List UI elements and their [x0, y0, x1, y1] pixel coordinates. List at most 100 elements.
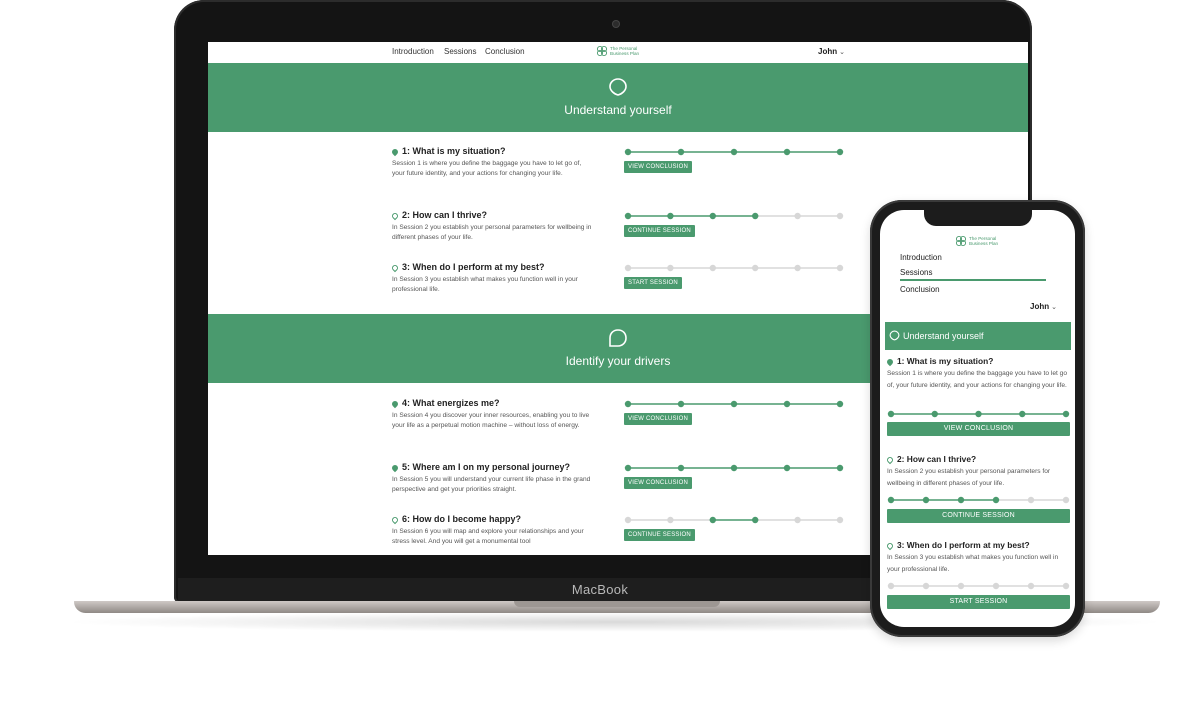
- session-description: In Session 2 you establish your personal…: [887, 468, 1051, 487]
- progress-step-dot: [957, 496, 965, 504]
- continue-session-button[interactable]: CONTINUE SESSION: [624, 225, 695, 237]
- progress-step-dot: [794, 264, 801, 272]
- view-conclusion-button[interactable]: VIEW CONCLUSION: [624, 413, 693, 425]
- status-dot-icon: [390, 263, 400, 272]
- start-session-button[interactable]: START SESSION: [624, 277, 682, 289]
- progress-step-dot: [931, 410, 938, 418]
- progress-step-dot: [709, 212, 716, 220]
- progress-step-dot: [794, 516, 801, 524]
- progress-track: [624, 400, 844, 408]
- progress-step-dot: [730, 148, 738, 156]
- view-conclusion-button[interactable]: VIEW CONCLUSION: [887, 422, 1070, 436]
- active-nav-indicator: [900, 279, 1046, 281]
- session-title[interactable]: 2: How can I thrive?: [390, 210, 487, 220]
- session-description: In Session 6 you will map and explore yo…: [392, 528, 584, 545]
- progress-step-dot: [677, 400, 685, 408]
- progress-track: [887, 582, 1070, 590]
- progress-step-dot: [887, 410, 895, 418]
- session-title[interactable]: 3: When do I perform at my best?: [390, 262, 545, 272]
- progress-step-dot: [1062, 582, 1070, 590]
- session-title[interactable]: 6: How do I become happy?: [390, 514, 521, 524]
- progress-step-dot: [783, 148, 791, 156]
- phone-notch: [924, 210, 1032, 226]
- progress-step-dot: [1062, 410, 1070, 418]
- nav-link-introduction[interactable]: Introduction: [900, 253, 942, 262]
- session-title[interactable]: 1: What is my situation?: [390, 146, 506, 156]
- progress-step-dot: [624, 516, 632, 524]
- progress-step-dot: [922, 496, 930, 504]
- progress-step-dot: [667, 516, 674, 524]
- progress-step-dot: [752, 212, 759, 220]
- session-title[interactable]: 4: What energizes me?: [390, 398, 500, 408]
- nav-link-sessions[interactable]: Sessions: [900, 268, 932, 277]
- session-title[interactable]: 3: When do I perform at my best?: [885, 540, 1030, 551]
- session-description: In Session 5 you will understand your cu…: [392, 476, 591, 493]
- logo[interactable]: The Personal Business Plan: [955, 235, 1005, 249]
- progress-step-dot: [667, 212, 674, 220]
- nav-link-conclusion[interactable]: Conclusion: [485, 47, 525, 56]
- section-header-understand-yourself: Understand yourself: [885, 322, 1071, 350]
- session-description: In Session 2 you establish your personal…: [392, 224, 592, 241]
- status-dot-icon: [885, 455, 895, 465]
- continue-session-button[interactable]: CONTINUE SESSION: [624, 529, 695, 541]
- progress-step-dot: [783, 464, 791, 472]
- progress-track: [887, 496, 1070, 504]
- progress-track: [624, 264, 844, 272]
- camera-icon: [612, 20, 620, 28]
- start-session-button[interactable]: START SESSION: [887, 595, 1070, 609]
- progress-step-dot: [1027, 582, 1035, 590]
- progress-step-dot: [1019, 410, 1026, 418]
- progress-step-dot: [887, 496, 895, 504]
- pin-icon: [889, 330, 900, 341]
- session-description: In Session 3 you establish what makes yo…: [887, 554, 1059, 573]
- top-navigation: Introduction Sessions Conclusion The Per…: [208, 42, 1028, 63]
- status-dot-icon: [885, 541, 895, 551]
- drop-icon: [609, 329, 627, 347]
- pin-icon: [609, 78, 627, 96]
- progress-step-dot: [1027, 496, 1035, 504]
- nav-link-sessions[interactable]: Sessions: [444, 47, 476, 56]
- progress-step-dot: [975, 410, 982, 418]
- progress-step-dot: [752, 264, 759, 272]
- status-dot-icon: [885, 357, 895, 367]
- progress-track: [887, 410, 1070, 418]
- phone-screen: The Personal Business Plan Introduction …: [880, 210, 1075, 627]
- progress-step-dot: [624, 264, 632, 272]
- nav-link-introduction[interactable]: Introduction: [392, 47, 434, 56]
- progress-step-dot: [836, 400, 844, 408]
- progress-track: [624, 464, 844, 472]
- continue-session-button[interactable]: CONTINUE SESSION: [887, 509, 1070, 523]
- progress-step-dot: [624, 464, 632, 472]
- progress-step-dot: [794, 212, 801, 220]
- user-menu[interactable]: John ⌄: [1030, 302, 1057, 311]
- session-title[interactable]: 5: Where am I on my personal journey?: [390, 462, 570, 472]
- view-conclusion-button[interactable]: VIEW CONCLUSION: [624, 477, 693, 489]
- progress-step-dot: [1062, 496, 1070, 504]
- session-description: Session 1 is where you define the baggag…: [392, 160, 582, 177]
- logo[interactable]: The Personal Business Plan: [596, 45, 646, 59]
- progress-step-dot: [667, 264, 674, 272]
- progress-step-dot: [752, 516, 759, 524]
- clover-logo-icon: [955, 235, 967, 247]
- status-dot-icon: [390, 463, 400, 472]
- section-title: Understand yourself: [564, 103, 672, 117]
- progress-step-dot: [730, 400, 738, 408]
- session-description: Session 1 is where you define the baggag…: [887, 370, 1067, 389]
- view-conclusion-button[interactable]: VIEW CONCLUSION: [624, 161, 693, 173]
- logo-text: The Personal Business Plan: [610, 46, 640, 56]
- nav-link-conclusion[interactable]: Conclusion: [900, 285, 940, 294]
- progress-step-dot: [677, 464, 685, 472]
- session-title[interactable]: 1: What is my situation?: [885, 356, 993, 367]
- progress-step-dot: [922, 582, 930, 590]
- progress-step-dot: [836, 464, 844, 472]
- progress-track: [624, 148, 844, 156]
- session-title[interactable]: 2: How can I thrive?: [885, 454, 976, 465]
- chevron-down-icon: ⌄: [1051, 304, 1057, 311]
- progress-step-dot: [836, 148, 844, 156]
- progress-step-dot: [992, 582, 1000, 590]
- user-menu[interactable]: John ⌄: [818, 47, 845, 56]
- progress-step-dot: [709, 264, 716, 272]
- progress-track: [624, 212, 844, 220]
- progress-step-dot: [992, 496, 1000, 504]
- status-dot-icon: [390, 147, 400, 156]
